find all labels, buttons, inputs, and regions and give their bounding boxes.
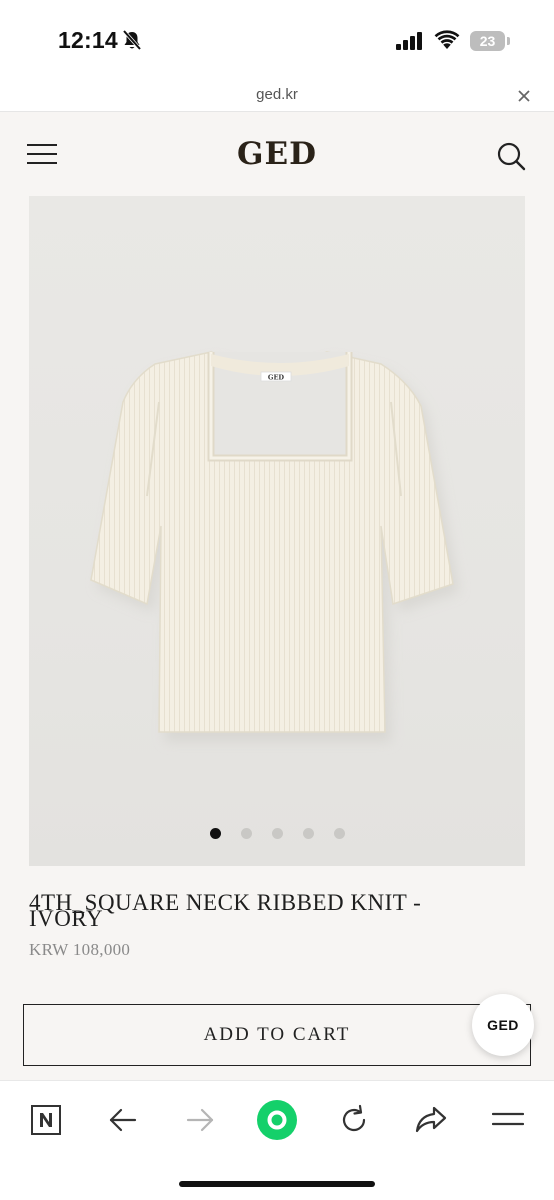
site-header: GED [0,112,554,196]
product-title: 4TH_SQUARE NECK RIBBED KNIT - IVORY [29,890,422,931]
wifi-icon [434,30,460,49]
forward-button[interactable] [179,1099,221,1141]
product-image-carousel[interactable]: GED [29,196,525,866]
battery-icon: 23 [470,31,510,51]
carousel-dot-2[interactable] [240,828,252,839]
forward-icon [186,1108,214,1132]
carousel-dot-1[interactable] [209,828,221,839]
green-dot-button[interactable] [256,1099,298,1141]
url-text[interactable]: ged.kr [0,86,554,103]
status-bar: 12:14 23 [0,0,554,80]
reload-icon [342,1104,366,1132]
battery-level: 23 [470,31,505,51]
bell-slash-icon [122,29,142,51]
battery-tip [507,37,510,45]
brand-logo[interactable]: GED [0,136,554,172]
carousel-dot-3[interactable] [271,828,283,839]
naver-home-icon [31,1105,61,1135]
signal-icon [396,32,422,50]
carousel-dot-5[interactable] [333,828,345,839]
garment-label-text: GED [268,374,285,382]
more-menu-icon [492,1112,524,1126]
carousel-dots[interactable] [29,828,525,839]
home-indicator [179,1181,375,1187]
chat-badge-button[interactable]: GED [472,994,534,1056]
more-menu-button[interactable] [487,1099,529,1141]
green-dot-icon [257,1100,297,1140]
product-photo: GED [90,351,459,742]
reload-button[interactable] [333,1099,375,1141]
add-to-cart-button[interactable]: ADD TO CART [23,1004,531,1066]
close-icon[interactable] [516,88,532,104]
back-icon [109,1108,137,1132]
share-button[interactable] [410,1099,452,1141]
url-bar[interactable]: ged.kr [0,80,554,112]
carousel-dot-4[interactable] [302,828,314,839]
product-price: KRW 108,000 [29,940,131,959]
search-icon[interactable] [496,141,526,171]
naver-home-button[interactable] [25,1099,67,1141]
back-button[interactable] [102,1099,144,1141]
status-time: 12:14 [58,27,118,53]
share-icon [415,1106,447,1133]
